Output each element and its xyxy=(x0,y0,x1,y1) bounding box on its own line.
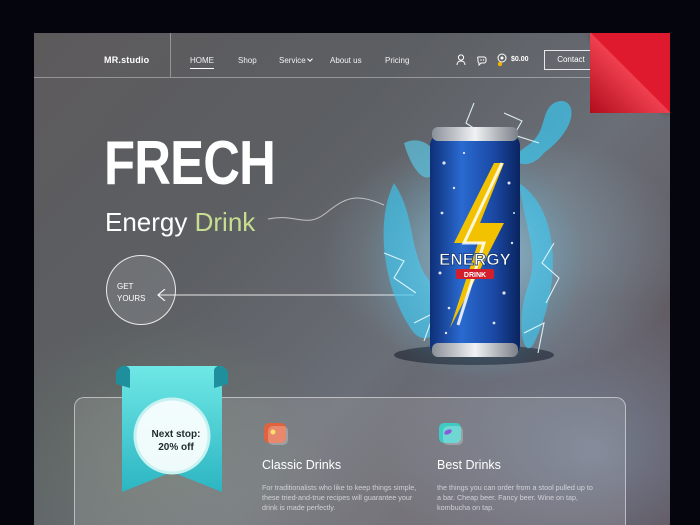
can-brand-text: ENERGY xyxy=(439,250,511,269)
best-drinks-icon xyxy=(437,421,465,447)
cart-icon[interactable] xyxy=(496,53,509,72)
can-sub-text: DRINK xyxy=(464,272,486,279)
classic-drinks-icon xyxy=(262,421,290,447)
nav-pricing[interactable]: Pricing xyxy=(385,56,409,65)
hero-title: FRECH xyxy=(104,129,276,198)
classic-drinks-text: For traditionalists who like to keep thi… xyxy=(262,483,417,512)
promo-line1: Next stop: xyxy=(151,429,201,440)
nav-about[interactable]: About us xyxy=(330,56,362,65)
hero-subtitle: Energy Drink xyxy=(105,207,255,238)
nav-service-label: Service xyxy=(279,56,306,65)
brand-logo[interactable]: MR.studio xyxy=(104,55,149,65)
corner-fold xyxy=(590,33,670,113)
chevron-down-icon xyxy=(306,56,313,62)
nav-home[interactable]: HOME xyxy=(190,56,214,69)
get-yours-label: GET YOURS xyxy=(117,281,145,305)
page-frame: MR.studio HOME Shop Service About us Pri… xyxy=(34,33,670,525)
nav-divider xyxy=(170,33,171,77)
nav-service[interactable]: Service xyxy=(279,56,313,65)
cta-line1: GET xyxy=(117,282,134,291)
best-drinks-title: Best Drinks xyxy=(437,458,501,472)
user-icon[interactable] xyxy=(456,53,466,71)
best-drinks-text: the things you can order from a stool pu… xyxy=(437,483,593,512)
hero-subtitle-drink: Drink xyxy=(194,207,256,237)
cta-line2: YOURS xyxy=(117,294,146,303)
classic-drinks-title: Classic Drinks xyxy=(262,458,342,472)
cart-total: $0.00 xyxy=(511,56,529,63)
promo-line2: 20% off xyxy=(158,442,194,453)
top-navbar: MR.studio HOME Shop Service About us Pri… xyxy=(34,33,670,78)
hero-subtitle-energy: Energy xyxy=(105,207,188,237)
nav-shop[interactable]: Shop xyxy=(238,56,257,65)
chat-icon[interactable] xyxy=(476,53,488,71)
energy-can-illustration: ENERGY DRINK xyxy=(364,101,584,383)
